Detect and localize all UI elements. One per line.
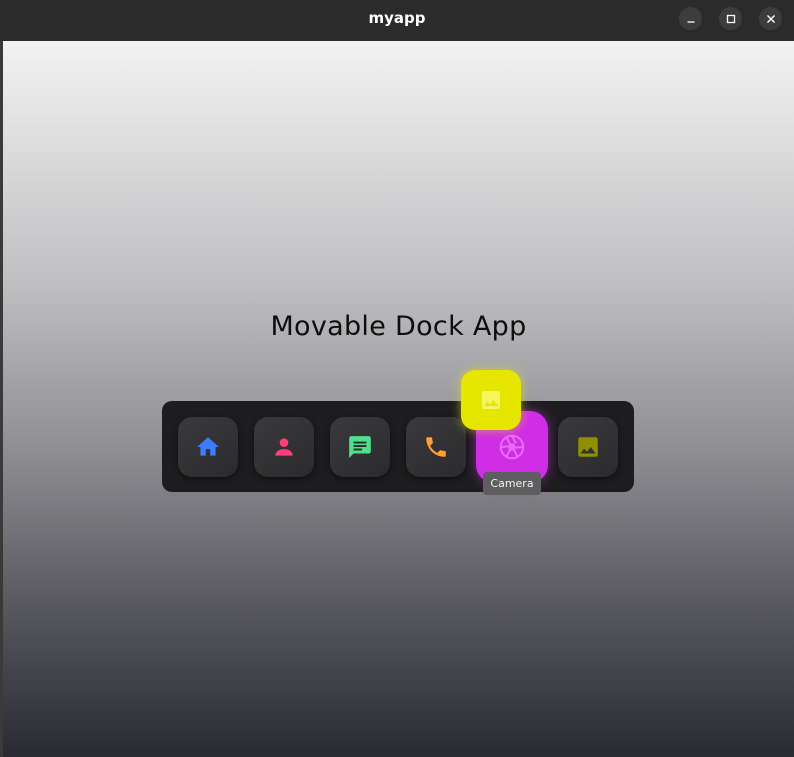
- tooltip-camera: Camera: [483, 472, 541, 495]
- close-icon: [766, 14, 775, 23]
- title-bar[interactable]: myapp: [0, 0, 794, 41]
- dock-item-messages[interactable]: [330, 417, 390, 477]
- minimize-button[interactable]: [679, 7, 702, 30]
- dock-item-home[interactable]: [178, 417, 238, 477]
- chat-icon: [349, 436, 371, 458]
- maximize-icon: [726, 14, 735, 23]
- person-icon: [275, 438, 293, 456]
- home-icon: [197, 437, 219, 456]
- app-window: myapp Movable Dock App Camera: [0, 0, 794, 757]
- window-title: myapp: [368, 9, 426, 27]
- dock-item-phone[interactable]: [406, 417, 466, 477]
- phone-icon: [426, 437, 446, 457]
- dock-item-contacts[interactable]: [254, 417, 314, 477]
- app-background: [3, 41, 794, 757]
- minimize-icon: [687, 20, 694, 23]
- page-title: Movable Dock App: [270, 311, 527, 342]
- image-icon: [578, 437, 598, 457]
- dock-item-gallery[interactable]: [558, 417, 618, 477]
- close-button[interactable]: [759, 7, 782, 30]
- image-icon: [482, 391, 500, 409]
- maximize-button[interactable]: [719, 7, 742, 30]
- dragged-dock-item[interactable]: [461, 370, 521, 430]
- camera-aperture-icon: [499, 434, 525, 460]
